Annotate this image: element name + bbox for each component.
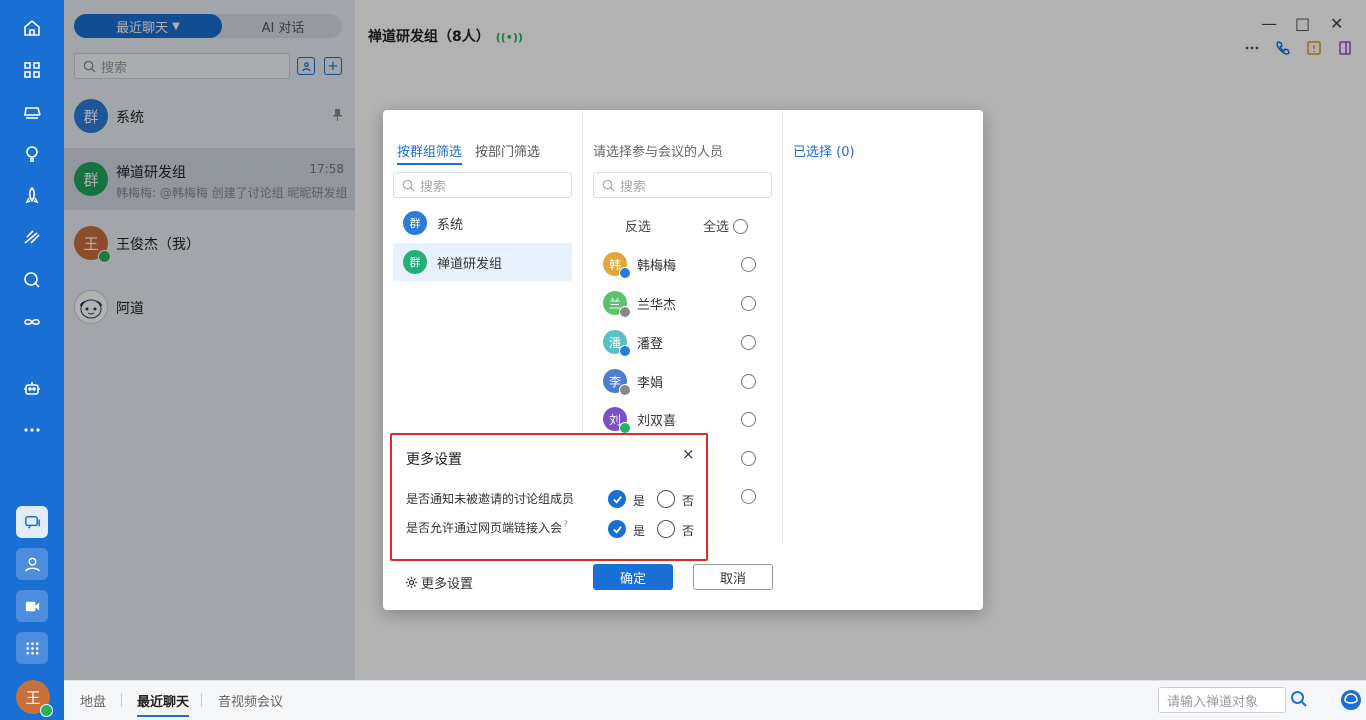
zentao-search-input[interactable]: 请输入禅道对象: [1158, 687, 1286, 713]
person-select-radio[interactable]: [741, 296, 756, 311]
group-name: 系统: [437, 217, 464, 233]
status-badge-icon: [619, 306, 631, 318]
search-icon[interactable]: [1290, 690, 1308, 708]
status-badge-icon: [619, 384, 631, 396]
status-badge-icon: [619, 345, 631, 357]
group-avatar: 群: [403, 211, 427, 235]
people-search-placeholder: 搜索: [620, 179, 647, 195]
person-name: 李娟: [637, 376, 664, 391]
group-item-dev-group[interactable]: 群 禅道研发组: [393, 243, 572, 281]
more-settings-label: 更多设置: [421, 577, 474, 592]
user-avatar-initial: 王: [25, 688, 41, 707]
web-join-no-radio[interactable]: [657, 520, 675, 538]
check-icon: [612, 495, 622, 504]
search-rail-icon[interactable]: [17, 265, 47, 295]
allow-web-join-label: 是否允许通过网页端链接入会?: [406, 519, 568, 536]
tab-recent-chat[interactable]: 最近聊天: [137, 691, 190, 717]
more-settings-popup: 更多设置 × 是否通知未被邀请的讨论组成员 是 否 是否允许通过网页端链接入会?…: [390, 433, 708, 561]
bottom-bar: 地盘 最近聊天 音视频会议 请输入禅道对象: [64, 680, 1366, 720]
tab-filter-by-group[interactable]: 按群组筛选: [397, 141, 463, 165]
person-avatar: 兰: [603, 291, 631, 318]
person-name: 兰华杰: [637, 298, 677, 313]
select-all-radio[interactable]: [733, 219, 748, 234]
grid-icon[interactable]: [16, 632, 48, 664]
person-select-radio[interactable]: [741, 451, 756, 466]
search-icon: [402, 179, 415, 192]
tab-dashboard[interactable]: 地盘: [80, 691, 106, 710]
selected-count: 已选择 (0): [793, 145, 855, 160]
person-row[interactable]: 潘 潘登: [583, 324, 783, 363]
person-name: 韩梅梅: [637, 259, 677, 274]
video-icon[interactable]: [16, 590, 48, 622]
people-search-input[interactable]: 搜索: [593, 172, 772, 198]
apps-icon[interactable]: [17, 55, 47, 85]
web-join-no-label: 否: [682, 524, 695, 538]
search-icon: [602, 179, 615, 192]
allow-web-join-text: 是否允许通过网页端链接入会: [406, 521, 563, 535]
status-badge-icon: [619, 267, 631, 279]
gear-icon: [405, 576, 418, 589]
train-icon[interactable]: [17, 97, 47, 127]
person-avatar: 李: [603, 369, 631, 396]
group-avatar: 群: [403, 250, 427, 274]
group-search-placeholder: 搜索: [420, 179, 447, 195]
person-row[interactable]: 兰 兰华杰: [583, 285, 783, 324]
person-select-radio[interactable]: [741, 374, 756, 389]
notify-uninvited-label: 是否通知未被邀请的讨论组成员: [406, 492, 575, 506]
select-all-label[interactable]: 全选: [703, 216, 729, 235]
notify-no-radio[interactable]: [657, 490, 675, 508]
rocket-icon[interactable]: [17, 181, 47, 211]
selected-column: 已选择 (0): [783, 110, 983, 550]
more-icon[interactable]: [17, 415, 47, 445]
browser-icon[interactable]: [1340, 689, 1362, 711]
notify-no-label: 否: [682, 494, 695, 508]
web-join-yes-label: 是: [633, 524, 646, 538]
group-search-input[interactable]: 搜索: [393, 172, 572, 198]
bulb-icon[interactable]: [17, 139, 47, 169]
person-avatar: 刘: [603, 407, 631, 434]
user-avatar[interactable]: 王: [16, 680, 53, 717]
popup-title: 更多设置: [406, 452, 462, 468]
tab-filter-by-department[interactable]: 按部门筛选: [475, 141, 540, 160]
chat-nav-icon[interactable]: [16, 506, 48, 538]
robot-icon[interactable]: [17, 373, 47, 403]
notify-yes-radio[interactable]: [608, 490, 626, 508]
app-rail: 王: [0, 0, 64, 720]
person-select-radio[interactable]: [741, 489, 756, 504]
person-select-radio[interactable]: [741, 412, 756, 427]
tab-divider: [121, 693, 122, 707]
notify-yes-label: 是: [633, 494, 646, 508]
help-icon[interactable]: ?: [563, 520, 568, 530]
check-icon: [612, 525, 622, 534]
close-icon[interactable]: ×: [682, 445, 695, 463]
sprint-icon[interactable]: [17, 223, 47, 253]
person-row[interactable]: 韩 韩梅梅: [583, 246, 783, 285]
tab-divider: [201, 693, 202, 707]
group-name: 禅道研发组: [437, 256, 503, 272]
tab-av-meeting[interactable]: 音视频会议: [218, 691, 283, 710]
zentao-search-placeholder: 请输入禅道对象: [1167, 694, 1259, 710]
contacts-icon[interactable]: [16, 548, 48, 580]
person-avatar: 潘: [603, 330, 631, 357]
online-status-icon: [40, 704, 53, 717]
web-join-yes-radio[interactable]: [608, 520, 626, 538]
people-header: 请选择参与会议的人员: [593, 145, 724, 160]
home-icon[interactable]: [17, 13, 47, 43]
person-select-radio[interactable]: [741, 335, 756, 350]
cancel-button[interactable]: 取消: [693, 564, 773, 590]
person-row[interactable]: 李 李娟: [583, 363, 783, 402]
person-select-radio[interactable]: [741, 257, 756, 272]
person-name: 刘双喜: [637, 414, 677, 429]
infinity-icon[interactable]: [17, 307, 47, 337]
confirm-button[interactable]: 确定: [593, 564, 673, 590]
invert-selection-button[interactable]: 反选: [625, 216, 651, 235]
person-name: 潘登: [637, 337, 664, 352]
more-settings-link[interactable]: 更多设置: [405, 573, 473, 592]
group-item-system[interactable]: 群 系统: [393, 204, 572, 242]
person-avatar: 韩: [603, 252, 631, 279]
